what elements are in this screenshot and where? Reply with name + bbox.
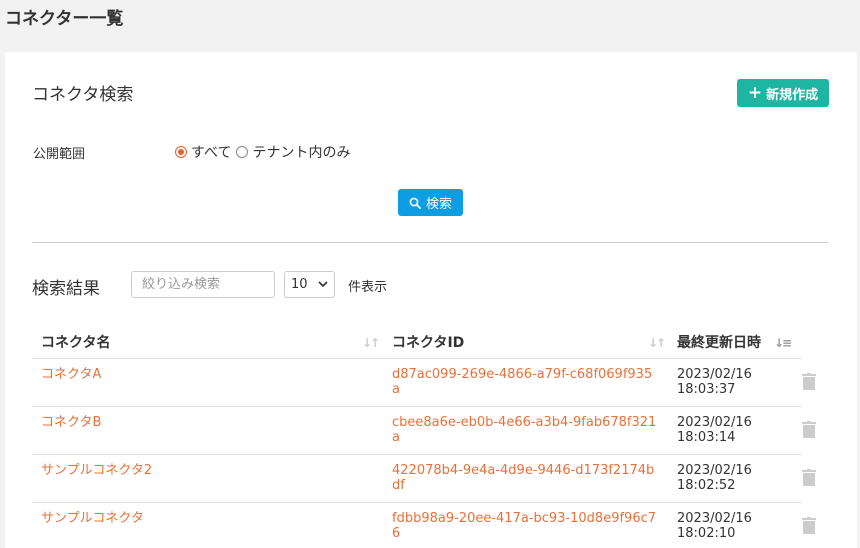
per-page-value: 10: [291, 277, 308, 292]
updated-date: 2023/02/16: [677, 463, 752, 478]
connector-name-cell: サンプルコネクタ2: [41, 463, 152, 478]
connector-id-cell: d87ac099-269e-4866-a79f-c68f069f935a: [392, 367, 657, 397]
search-button-label: 検索: [425, 197, 452, 212]
connector-id-cell: 422078b4-9e4a-4d9e-9446-d173f2174bdf: [392, 463, 657, 493]
new-button-label: 新規作成: [766, 87, 819, 103]
connector-name-link[interactable]: サンプルコネクタ: [41, 511, 144, 526]
per-page-select[interactable]: 10: [284, 271, 335, 298]
connector-name-link[interactable]: コネクタB: [41, 415, 101, 430]
updated-date: 2023/02/16: [677, 511, 752, 526]
updated-date: 2023/02/16: [677, 415, 752, 430]
sort-icon[interactable]: ↓↑: [648, 336, 666, 350]
section-title: コネクタ検索: [32, 85, 134, 105]
scope-label: 公開範囲: [33, 147, 86, 162]
search-button[interactable]: 検索: [398, 189, 463, 216]
table-row: コネクタA d87ac099-269e-4866-a79f-c68f069f93…: [32, 359, 816, 407]
radio-all-label: すべて: [191, 145, 232, 161]
page-title: コネクター一覧: [5, 9, 124, 29]
scope-radio-group: すべて テナント内のみ: [175, 142, 355, 162]
radio-tenant-only-dot[interactable]: [236, 146, 249, 158]
radio-tenant-only[interactable]: テナント内のみ: [236, 142, 350, 162]
connector-id-link[interactable]: 422078b4-9e4a-4d9e-9446-d173f2174bdf: [392, 463, 654, 493]
connector-id-cell: fdbb98a9-20ee-417a-bc93-10d8e9f96c76: [392, 511, 657, 541]
connector-id-cell: cbee8a6e-eb0b-4e66-a3b4-9fab678f321a: [392, 415, 657, 445]
new-button[interactable]: + 新規作成: [737, 79, 829, 107]
radio-all-dot[interactable]: [175, 146, 187, 158]
plus-icon: +: [747, 82, 763, 103]
per-page-suffix: 件表示: [348, 280, 388, 295]
updated-date: 2023/02/16: [677, 367, 752, 382]
updated-cell: 2023/02/16 18:02:10: [677, 511, 752, 541]
radio-tenant-only-label: テナント内のみ: [252, 145, 351, 161]
connector-name-cell: コネクタB: [41, 415, 101, 430]
column-header-name[interactable]: コネクタ名: [41, 332, 110, 352]
trash-icon[interactable]: [802, 421, 816, 438]
table-row: コネクタB cbee8a6e-eb0b-4e66-a3b4-9fab678f32…: [32, 407, 816, 455]
updated-time: 18:03:37: [677, 382, 736, 397]
trash-icon[interactable]: [802, 469, 816, 486]
radio-all[interactable]: すべて: [175, 142, 231, 162]
trash-icon[interactable]: [802, 373, 816, 390]
search-icon: [409, 197, 421, 209]
updated-time: 18:02:52: [677, 478, 736, 493]
updated-time: 18:03:14: [677, 430, 736, 445]
connector-id-link[interactable]: d87ac099-269e-4866-a79f-c68f069f935a: [392, 367, 652, 397]
results-table: コネクタ名 ↓↑ コネクタID ↓↑ 最終更新日時 ↓≡ コネクタA d87ac…: [32, 324, 816, 548]
connector-name-cell: サンプルコネクタ: [41, 511, 144, 526]
table-header: コネクタ名 ↓↑ コネクタID ↓↑ 最終更新日時 ↓≡: [32, 324, 802, 359]
connector-name-link[interactable]: サンプルコネクタ2: [41, 463, 152, 478]
connector-name-link[interactable]: コネクタA: [41, 367, 101, 382]
chevron-down-icon: [318, 281, 328, 288]
divider: [32, 242, 828, 243]
updated-cell: 2023/02/16 18:02:52: [677, 463, 752, 493]
connector-name-cell: コネクタA: [41, 367, 101, 382]
column-header-id[interactable]: コネクタID: [392, 332, 464, 352]
updated-time: 18:02:10: [677, 526, 736, 541]
sort-desc-icon[interactable]: ↓≡: [774, 336, 792, 350]
results-title: 検索結果: [32, 279, 100, 299]
table-row: サンプルコネクタ2 422078b4-9e4a-4d9e-9446-d173f2…: [32, 455, 816, 503]
connector-id-link[interactable]: cbee8a6e-eb0b-4e66-a3b4-9fab678f321a: [392, 415, 656, 445]
trash-icon[interactable]: [802, 517, 816, 534]
updated-cell: 2023/02/16 18:03:14: [677, 415, 752, 445]
connector-search-card: コネクタ検索 + 新規作成 公開範囲 すべて テナント内のみ 検索 検索結果 1…: [5, 52, 857, 548]
filter-search-input[interactable]: [131, 271, 275, 298]
column-header-updated[interactable]: 最終更新日時: [677, 332, 761, 352]
sort-icon[interactable]: ↓↑: [362, 336, 380, 350]
updated-cell: 2023/02/16 18:03:37: [677, 367, 752, 397]
connector-id-link[interactable]: fdbb98a9-20ee-417a-bc93-10d8e9f96c76: [392, 511, 656, 541]
table-row: サンプルコネクタ fdbb98a9-20ee-417a-bc93-10d8e9f…: [32, 503, 816, 548]
